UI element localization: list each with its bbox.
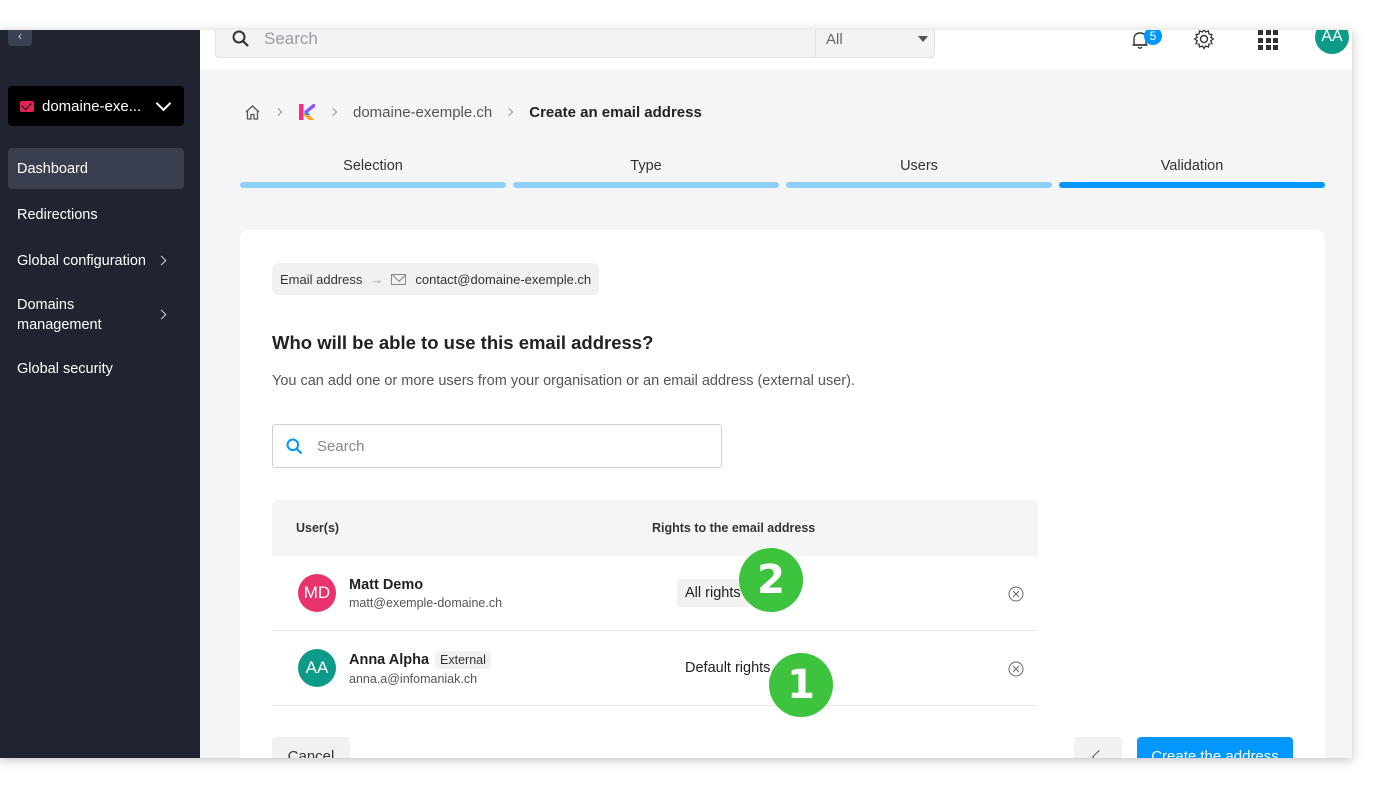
kmail-logo-icon[interactable] [298,103,316,121]
step-progress-bar [786,182,1052,188]
sidebar-item-label: Dashboard [17,160,88,177]
user-email: matt@exemple-domaine.ch [349,595,503,610]
chip-label: Email address [280,271,363,287]
step-type: Type [513,158,779,188]
cancel-button[interactable]: Cancel [272,737,350,758]
search-icon [232,30,249,47]
step-users: Users [786,158,1052,188]
breadcrumb-separator [328,107,338,117]
sidebar-item-dashboard[interactable]: Dashboard [8,148,184,189]
sidebar-item-domains-management[interactable]: Domains management [8,281,184,348]
step-label: Type [630,158,662,174]
gear-icon[interactable] [1193,30,1215,50]
avatar: AA [298,649,336,687]
create-address-button[interactable]: Create the address [1137,737,1293,758]
chevron-right-icon [156,309,167,320]
app-window: ‹ domaine-exe... Dashboard Redirections … [0,30,1352,758]
user-info: Anna Alpha External anna.a@infomaniak.ch [349,650,677,686]
mail-product-icon [20,100,34,112]
sidebar-item-label: Global security [17,360,113,377]
users-table: User(s) Rights to the email address MD M… [272,500,1038,706]
breadcrumb-domain[interactable]: domaine-exemple.ch [353,104,492,121]
table-row: MD Matt Demo matt@exemple-domaine.ch All… [272,556,1038,631]
domain-selector[interactable]: domaine-exe... [8,86,184,126]
step-label: Selection [343,158,403,174]
email-summary-chip: Email address → contact@domaine-exemple.… [272,263,600,295]
chevron-down-icon [155,95,172,111]
step-validation: Validation [1059,158,1325,188]
search-icon [286,438,303,454]
user-search-input[interactable]: Search [272,424,722,468]
step-selection: Selection [240,158,506,188]
sidebar-item-global-configuration[interactable]: Global configuration [8,240,184,281]
remove-user-icon[interactable] [1008,661,1024,677]
search-filter-value: All [826,30,843,48]
annotation-marker-2: 2 [739,548,803,612]
caret-down-icon [918,36,928,42]
chevron-right-icon [156,255,167,266]
avatar: MD [298,574,336,612]
sidebar-item-label: Domains management [17,296,102,333]
column-header-users: User(s) [296,521,340,535]
sidebar-item-label: Global configuration [17,252,146,269]
remove-user-icon[interactable] [1008,586,1024,602]
user-info: Matt Demo matt@exemple-domaine.ch [349,577,677,610]
user-name: Anna Alpha [349,651,430,668]
back-button[interactable] [1074,737,1122,758]
step-progress-bar [1059,182,1325,188]
description-text: You can add one or more users from your … [272,373,855,389]
user-name: Matt Demo [349,576,424,593]
sidebar-nav: Dashboard Redirections Global configurat… [8,148,184,389]
topbar: Search All 5 AA [200,30,1352,70]
apps-grid-icon[interactable] [1258,30,1278,50]
sidebar: ‹ domaine-exe... Dashboard Redirections … [0,30,200,758]
home-icon[interactable] [244,104,261,121]
breadcrumb: domaine-exemple.ch Create an email addre… [244,103,702,121]
step-label: Validation [1160,158,1224,174]
wizard-steps: Selection Type Users Validation [240,158,1325,188]
annotation-marker-1: 1 [769,653,833,717]
sidebar-item-label: Redirections [17,206,98,223]
user-email: anna.a@infomaniak.ch [349,671,478,686]
table-row: AA Anna Alpha External anna.a@infomaniak.… [272,631,1038,706]
sidebar-item-global-security[interactable]: Global security [8,348,184,389]
sidebar-item-redirections[interactable]: Redirections [8,189,184,240]
breadcrumb-separator [505,107,514,117]
domain-selector-label: domaine-exe... [42,97,142,115]
chip-value: contact@domaine-exemple.ch [415,271,592,287]
step-label: Users [900,158,938,174]
user-avatar[interactable]: AA [1315,30,1349,54]
notification-badge: 5 [1144,30,1162,45]
breadcrumb-current: Create an email address [529,103,702,121]
step-progress-bar [513,182,779,188]
question-heading: Who will be able to use this email addre… [272,332,654,353]
step-progress-bar [240,182,506,188]
column-header-rights: Rights to the email address [652,521,816,535]
rights-select[interactable]: Default rights [677,654,778,682]
rights-select[interactable]: All rights [677,579,749,607]
user-search-placeholder: Search [317,437,365,455]
arrow-right-icon: → [370,271,384,287]
collapse-sidebar-button[interactable]: ‹ [8,30,32,46]
external-badge: External [435,650,491,669]
global-search-placeholder: Search [264,30,318,48]
table-header: User(s) Rights to the email address [272,500,1038,556]
global-search[interactable]: Search [215,30,815,58]
search-filter-select[interactable]: All [815,30,935,58]
breadcrumb-separator [273,107,283,117]
envelope-icon [391,273,407,285]
